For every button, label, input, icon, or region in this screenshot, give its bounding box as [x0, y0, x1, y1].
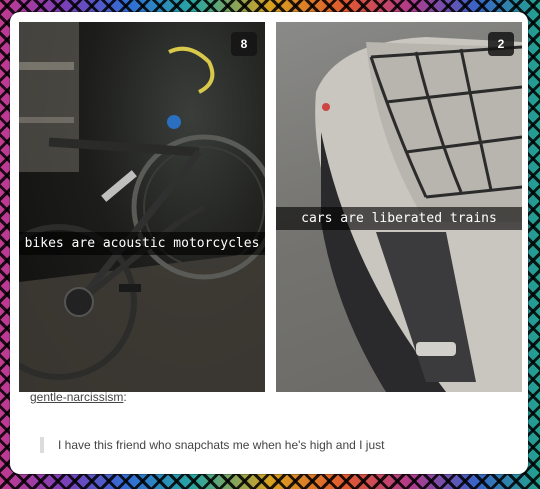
bike-photo-illustration	[19, 22, 265, 392]
post-card: 8 bikes are acoustic motorcycles 2 cars …	[10, 12, 528, 474]
snap-caption: bikes are acoustic motorcycles	[19, 232, 265, 255]
snap-counter-badge: 2	[488, 32, 514, 56]
snapchat-image-car[interactable]: 2 cars are liberated trains	[276, 22, 522, 392]
snap-caption: cars are liberated trains	[276, 207, 522, 230]
snapchat-image-bike[interactable]: 8 bikes are acoustic motorcycles	[19, 22, 265, 392]
author-link[interactable]: gentle-narcissism	[30, 390, 123, 404]
post-author: gentle-narcissism:	[30, 390, 127, 404]
snap-counter-badge: 8	[231, 32, 257, 56]
author-colon: :	[123, 390, 127, 404]
post-quote: I have this friend who snapchats me when…	[40, 437, 384, 453]
